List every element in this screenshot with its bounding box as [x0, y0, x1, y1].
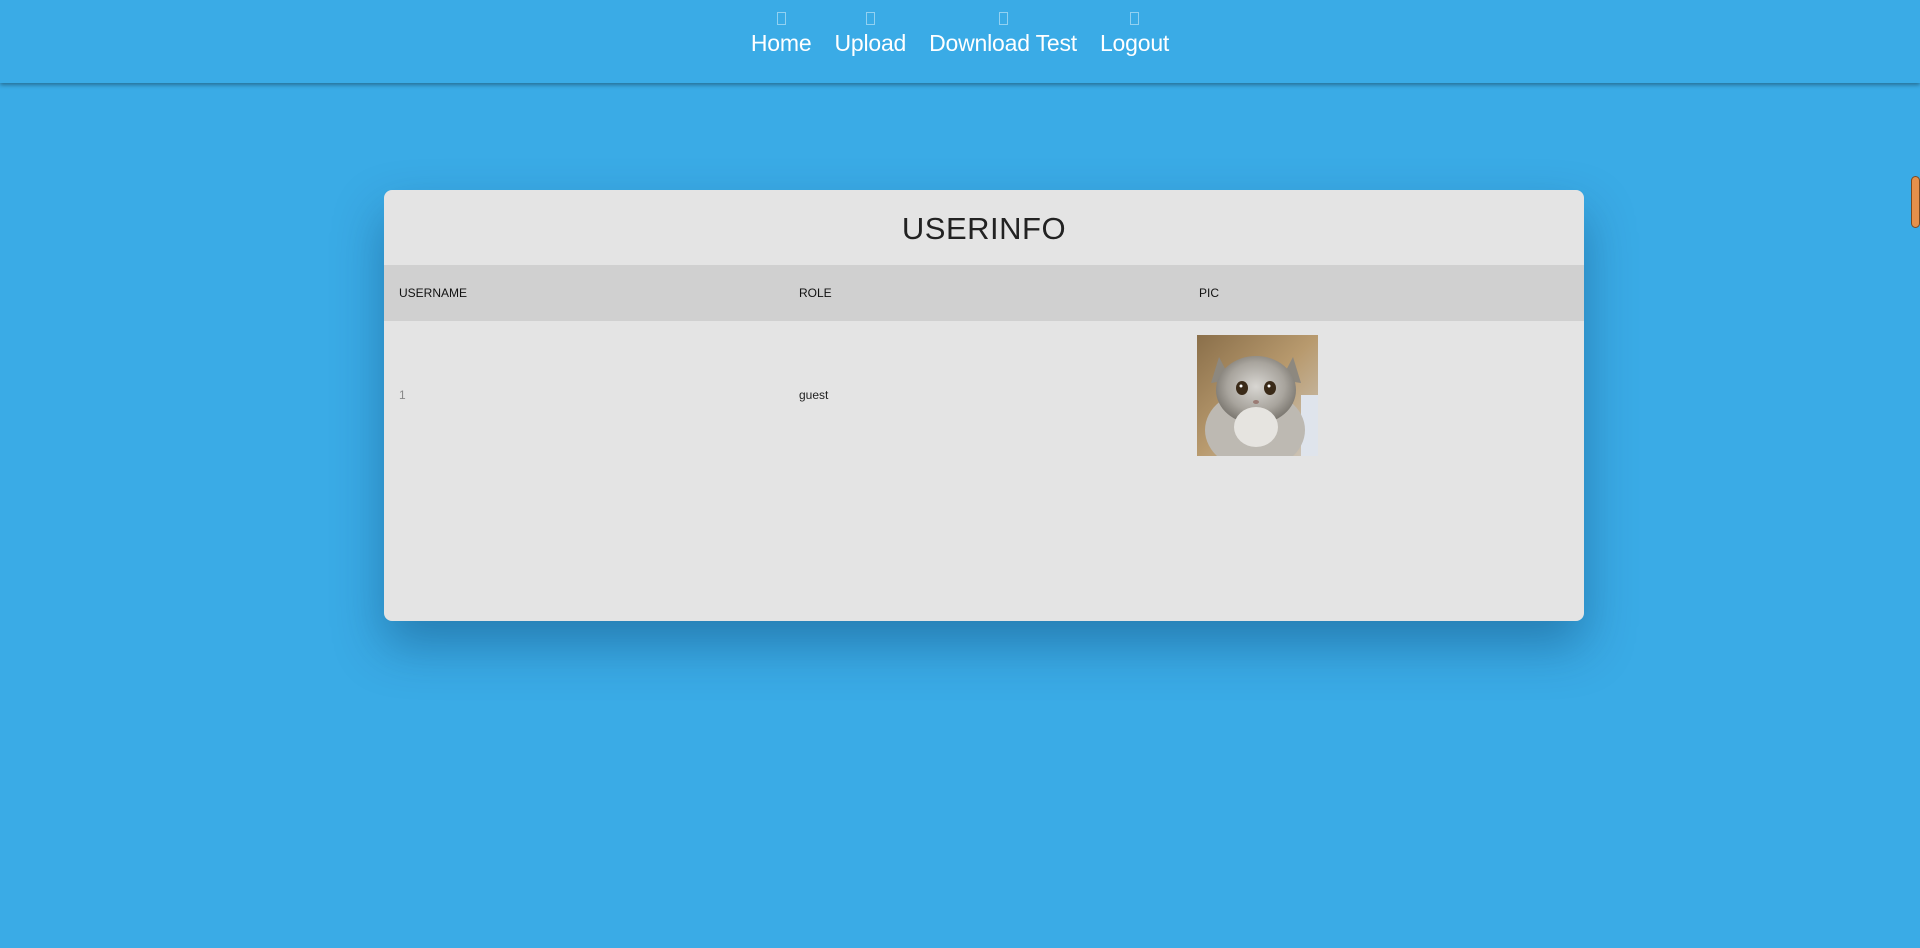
userinfo-card: USERINFO USERNAME ROLE PIC 1 guest — [384, 190, 1584, 621]
nav-item-download-test[interactable]: Download Test — [929, 12, 1077, 57]
cell-username: 1 — [399, 388, 406, 402]
table-header: USERNAME ROLE PIC — [384, 265, 1584, 321]
top-navbar: Home Upload Download Test Logout — [0, 0, 1920, 83]
nav-label-home: Home — [750, 30, 812, 56]
user-avatar-cat-photo — [1197, 335, 1318, 456]
nav-item-logout[interactable]: Logout — [1100, 12, 1169, 57]
nav-label-download-test: Download Test — [929, 30, 1077, 56]
nav-label-upload: Upload — [834, 30, 907, 56]
logout-icon — [1130, 12, 1140, 25]
column-header-pic: PIC — [1199, 286, 1220, 300]
upload-icon — [865, 12, 875, 25]
nav-label-logout: Logout — [1099, 30, 1170, 56]
home-icon — [776, 12, 786, 25]
card-title: USERINFO — [901, 211, 1067, 246]
table-row: 1 guest — [384, 321, 1584, 481]
download-icon — [998, 12, 1008, 25]
nav-item-home[interactable]: Home — [751, 12, 812, 57]
column-header-username: USERNAME — [399, 286, 468, 300]
cell-role: guest — [799, 388, 829, 402]
nav-menu: Home Upload Download Test Logout — [0, 0, 1920, 57]
column-header-role: ROLE — [799, 286, 832, 300]
scrollbar-thumb[interactable] — [1911, 176, 1920, 228]
nav-item-upload[interactable]: Upload — [834, 12, 906, 57]
